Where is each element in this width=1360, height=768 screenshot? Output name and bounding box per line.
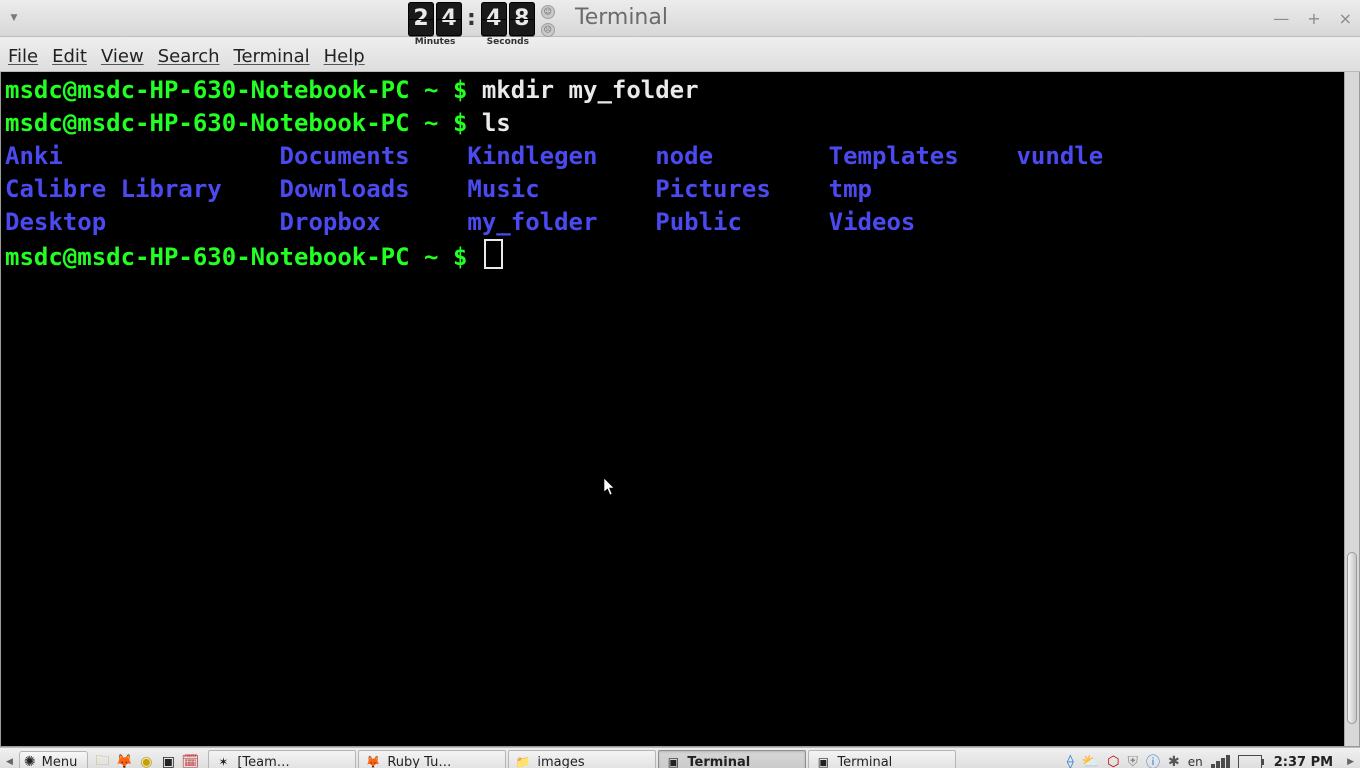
panel-right-arrow[interactable]: ▶: [1345, 757, 1356, 767]
launcher-calendar-icon[interactable]: 🗓: [180, 752, 200, 768]
terminal-content[interactable]: msdc@msdc-HP-630-Notebook-PC ~ $ mkdir m…: [1, 72, 1359, 276]
scrollbar-thumb[interactable]: [1347, 552, 1357, 724]
panel-left-arrow[interactable]: ◀: [4, 757, 15, 767]
task-label: [Team…: [237, 755, 289, 768]
taskbar-task[interactable]: 🦊 Ruby Tu…: [358, 750, 506, 768]
launcher-terminal-icon[interactable]: ▣: [158, 752, 178, 768]
taskbar-task[interactable]: ✶ [Team…: [208, 750, 356, 768]
taskbar-task[interactable]: ▣ Terminal: [658, 750, 806, 768]
window-titlebar: ▼ 2 4 Minutes : 4 8 Seconds ☺ ☹ Terminal…: [0, 0, 1360, 37]
gear-icon: ✺: [24, 754, 36, 768]
app-menubar: File Edit View Search Terminal Help: [0, 37, 1360, 72]
task-app-icon: ▣: [665, 754, 681, 768]
tray-dropbox-icon[interactable]: ⟠: [1067, 754, 1074, 768]
task-app-icon: ✶: [215, 754, 231, 768]
timer-minutes-group: 2 4 Minutes: [408, 2, 462, 47]
tray-battery-icon[interactable]: [1238, 755, 1262, 768]
face-neutral-icon: ☹: [541, 23, 555, 37]
task-label: Ruby Tu…: [387, 755, 451, 768]
terminal-viewport: msdc@msdc-HP-630-Notebook-PC ~ $ mkdir m…: [0, 72, 1360, 747]
taskbar-tasks: ✶ [Team… 🦊 Ruby Tu… 📁 images ▣ Terminal ▣ Termina…: [208, 750, 956, 768]
start-menu-button[interactable]: ✺ Menu: [19, 751, 88, 768]
terminal-scrollbar[interactable]: [1344, 72, 1359, 746]
launcher-files-icon[interactable]: 🗀: [92, 752, 112, 768]
tray-weather-icon[interactable]: ⛅: [1082, 754, 1099, 768]
tray-shield-icon[interactable]: ⛨: [1128, 754, 1139, 768]
task-app-icon: 🦊: [365, 754, 381, 768]
timer-seconds-label: Seconds: [487, 37, 529, 47]
tray-updates-icon[interactable]: ⬡: [1107, 754, 1119, 768]
window-menu-dropdown[interactable]: ▼: [4, 13, 24, 23]
task-label: Terminal: [687, 755, 750, 768]
timer-second-tens: 4: [481, 2, 507, 36]
timer-minutes-label: Minutes: [415, 37, 456, 47]
tray-clock[interactable]: 2:37 PM: [1270, 755, 1337, 768]
tray-info-icon[interactable]: ⓘ: [1146, 752, 1160, 768]
menu-file[interactable]: File: [8, 46, 38, 67]
menu-search[interactable]: Search: [158, 46, 220, 67]
menu-help[interactable]: Help: [324, 46, 365, 67]
launcher-firefox-icon[interactable]: 🦊: [114, 752, 134, 768]
taskbar-task[interactable]: ▣ Terminal: [808, 750, 956, 768]
task-app-icon: ▣: [815, 754, 831, 768]
window-close-button[interactable]: ×: [1339, 9, 1352, 28]
task-app-icon: 📁: [515, 754, 531, 768]
desktop-taskbar: ◀ ✺ Menu 🗀 🦊 ◉ ▣ 🗓 ✶ [Team… 🦊 Ruby Tu… 📁 imag…: [0, 747, 1360, 768]
mouse-cursor-icon: [603, 477, 617, 502]
system-tray: ⟠ ⛅ ⬡ ⛨ ⓘ ✱ en 2:37 PM ▶: [1067, 752, 1356, 768]
taskbar-task[interactable]: 📁 images: [508, 750, 656, 768]
timer-minute-tens: 2: [408, 2, 434, 36]
timer-second-ones: 8: [509, 2, 535, 36]
window-maximize-button[interactable]: +: [1307, 9, 1320, 28]
timer-minute-ones: 4: [436, 2, 462, 36]
task-label: images: [537, 755, 584, 768]
menu-terminal[interactable]: Terminal: [234, 46, 310, 67]
window-minimize-button[interactable]: —: [1273, 9, 1289, 28]
menu-view[interactable]: View: [101, 46, 144, 67]
tray-network-icon[interactable]: [1211, 755, 1230, 768]
launcher-music-icon[interactable]: ◉: [136, 752, 156, 768]
quick-launch-bar: 🗀 🦊 ◉ ▣ 🗓: [92, 752, 200, 768]
tray-bluetooth-icon[interactable]: ✱: [1168, 754, 1180, 768]
timer-face-icons: ☺ ☹: [541, 2, 555, 37]
timer-seconds-group: 4 8 Seconds: [481, 2, 535, 47]
menu-edit[interactable]: Edit: [52, 46, 87, 67]
start-menu-label: Menu: [42, 755, 78, 768]
task-label: Terminal: [837, 755, 892, 768]
window-title: Terminal: [575, 0, 668, 36]
tray-language[interactable]: en: [1188, 755, 1203, 768]
terminal-cursor: [484, 239, 503, 269]
countdown-timer-widget[interactable]: 2 4 Minutes : 4 8 Seconds ☺ ☹: [408, 2, 555, 47]
timer-colon: :: [462, 2, 481, 31]
face-happy-icon: ☺: [541, 5, 555, 19]
